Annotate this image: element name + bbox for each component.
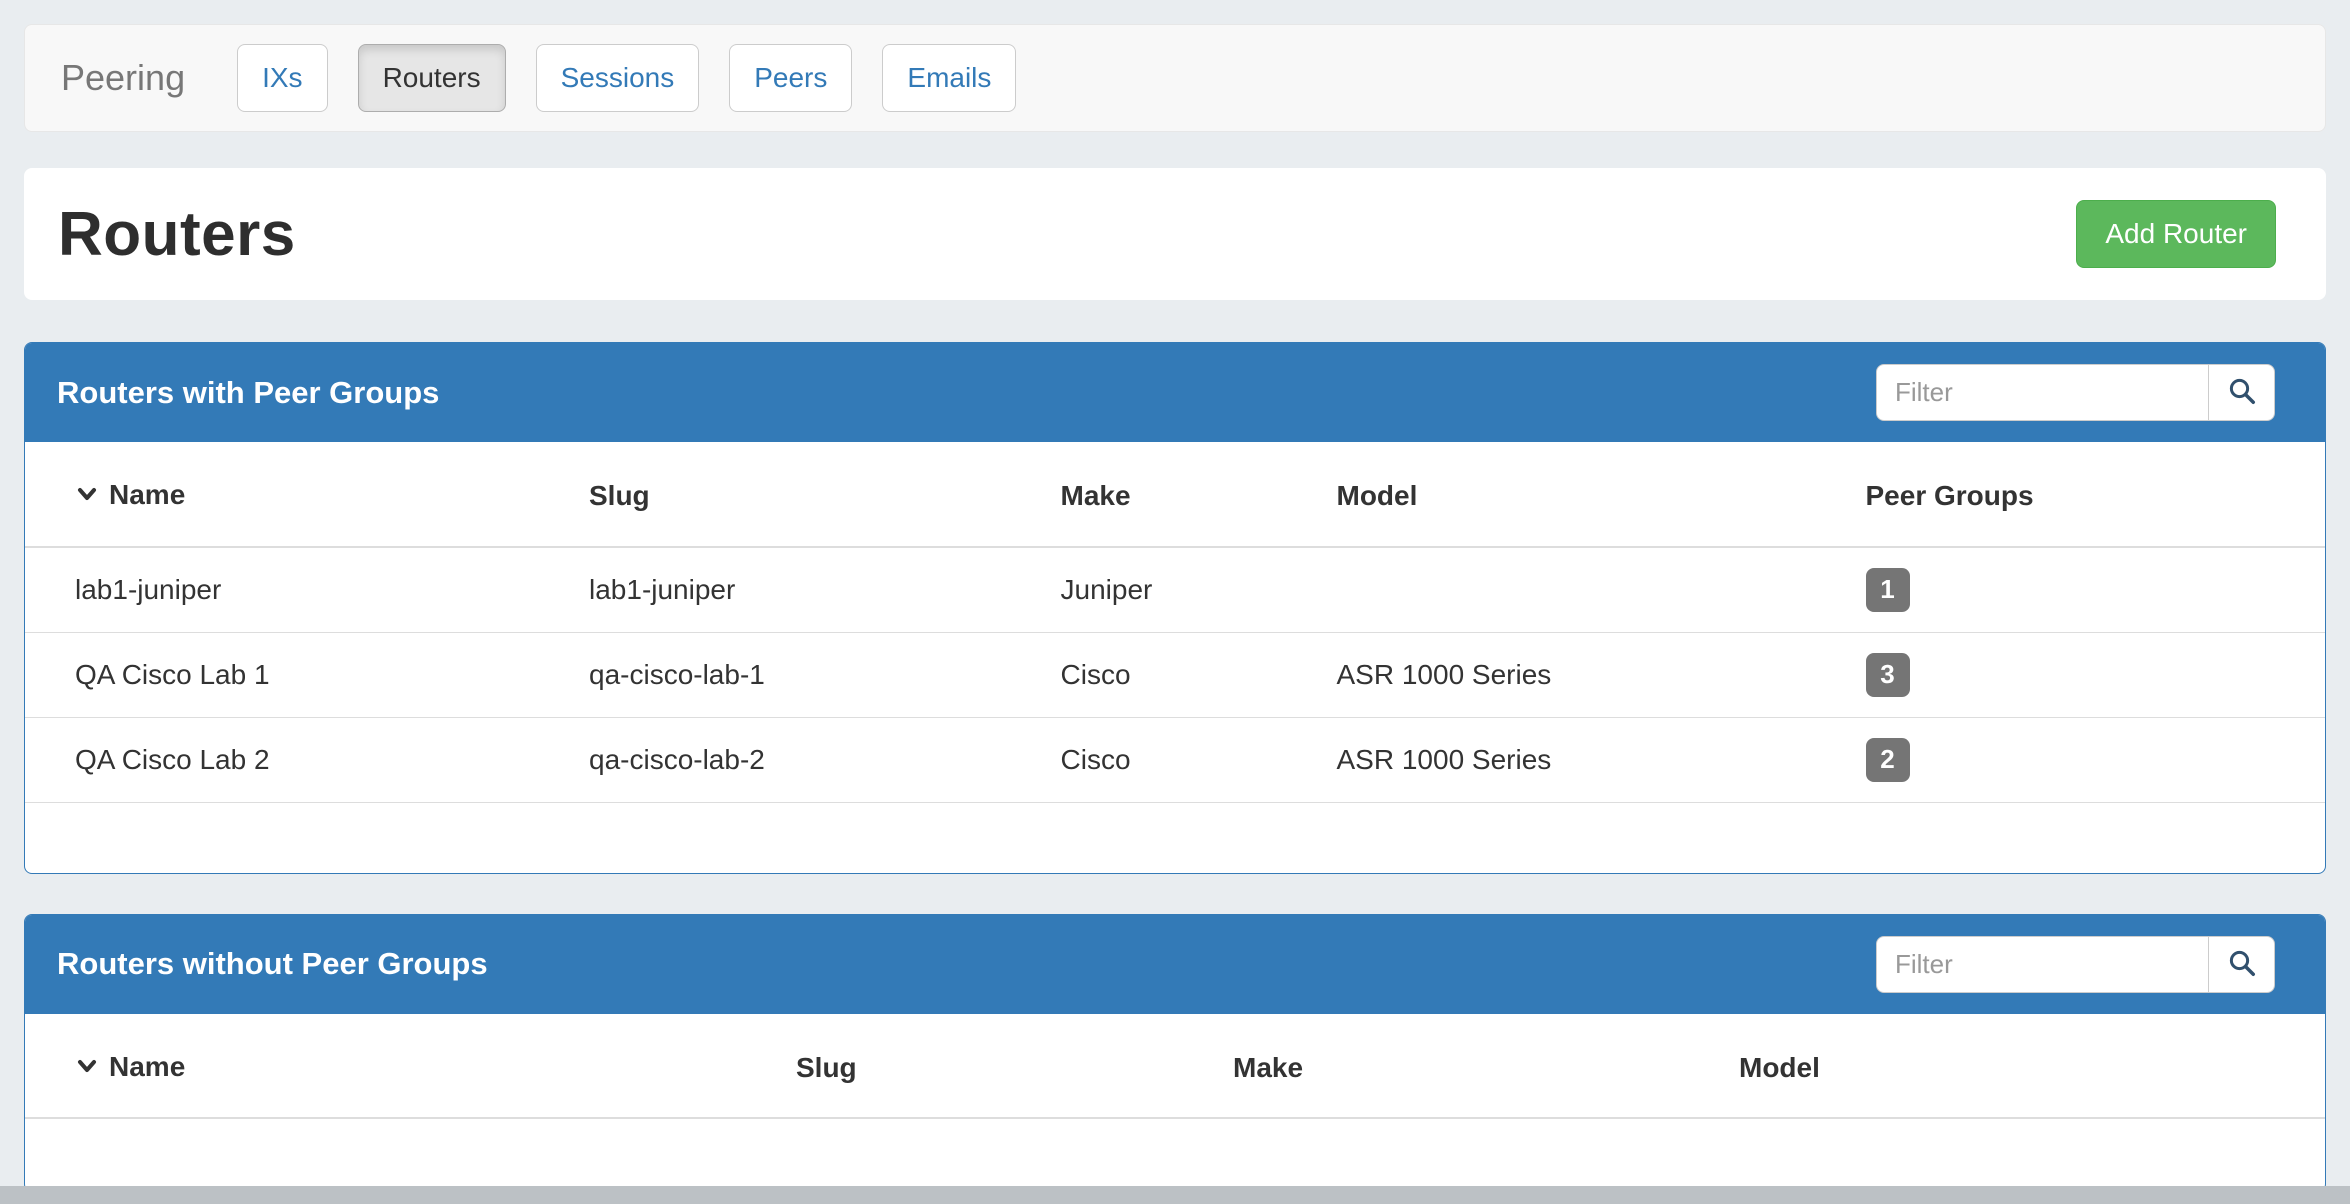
cell-name: QA Cisco Lab 1: [25, 632, 577, 717]
cell-peer-groups: 3: [1854, 632, 2326, 717]
column-label: Slug: [589, 480, 650, 511]
nav-buttons: IXs Routers Sessions Peers Emails: [237, 44, 1016, 112]
panel-heading: Routers with Peer Groups: [25, 343, 2325, 442]
peer-groups-badge: 2: [1866, 738, 1910, 782]
cell-name: QA Cisco Lab 2: [25, 717, 577, 802]
column-header-model[interactable]: Model: [1325, 442, 1854, 547]
column-label: Peer Groups: [1866, 480, 2034, 511]
page-bottom-edge: [0, 1186, 2350, 1204]
column-header-make[interactable]: Make: [1049, 442, 1325, 547]
column-label: Model: [1739, 1052, 1820, 1083]
column-label: Make: [1061, 480, 1131, 511]
panel-title: Routers without Peer Groups: [57, 946, 488, 982]
brand-link[interactable]: Peering: [61, 57, 185, 99]
nav-button-routers[interactable]: Routers: [358, 44, 506, 112]
cell-model: [1325, 547, 1854, 633]
filter-input[interactable]: [1876, 936, 2209, 993]
page-header: Routers Add Router: [24, 168, 2326, 300]
column-header-model[interactable]: Model: [1727, 1014, 2325, 1119]
table-wrapper: Name Slug Make Model: [25, 1014, 2325, 1192]
cell-model: ASR 1000 Series: [1325, 632, 1854, 717]
column-header-slug[interactable]: Slug: [784, 1014, 1221, 1119]
top-navbar: Peering IXs Routers Sessions Peers Email…: [24, 24, 2326, 132]
column-label: Model: [1337, 480, 1418, 511]
cell-make: Cisco: [1049, 632, 1325, 717]
cell-peer-groups: 1: [1854, 547, 2326, 633]
table-wrapper: Name Slug Make Model Peer Groups lab1-ju…: [25, 442, 2325, 873]
column-header-name[interactable]: Name: [25, 1014, 784, 1119]
cell-name: lab1-juniper: [25, 547, 577, 633]
column-header-make[interactable]: Make: [1221, 1014, 1727, 1119]
column-label: Slug: [796, 1052, 857, 1083]
search-icon: [2227, 376, 2257, 409]
peer-groups-badge: 3: [1866, 653, 1910, 697]
nav-button-sessions[interactable]: Sessions: [536, 44, 700, 112]
table-row: QA Cisco Lab 2 qa-cisco-lab-2 Cisco ASR …: [25, 717, 2325, 802]
cell-slug: qa-cisco-lab-1: [577, 632, 1049, 717]
page-container: Peering IXs Routers Sessions Peers Email…: [0, 0, 2350, 1192]
search-button[interactable]: [2208, 364, 2275, 421]
add-router-button[interactable]: Add Router: [2076, 200, 2276, 268]
nav-button-peers[interactable]: Peers: [729, 44, 852, 112]
page-title: Routers: [58, 199, 296, 270]
search-button[interactable]: [2208, 936, 2275, 993]
filter-group: [1876, 364, 2275, 421]
column-header-name[interactable]: Name: [25, 442, 577, 547]
column-label: Make: [1233, 1052, 1303, 1083]
filter-input[interactable]: [1876, 364, 2209, 421]
routers-without-peer-groups-table: Name Slug Make Model: [25, 1014, 2325, 1120]
cell-make: Juniper: [1049, 547, 1325, 633]
column-label: Name: [109, 1051, 185, 1082]
panel-heading: Routers without Peer Groups: [25, 915, 2325, 1014]
column-label: Name: [109, 479, 185, 510]
table-header-row: Name Slug Make Model: [25, 1014, 2325, 1119]
table-row: QA Cisco Lab 1 qa-cisco-lab-1 Cisco ASR …: [25, 632, 2325, 717]
column-header-peer-groups[interactable]: Peer Groups: [1854, 442, 2326, 547]
nav-button-ixs[interactable]: IXs: [237, 44, 327, 112]
panel-title: Routers with Peer Groups: [57, 375, 439, 411]
peer-groups-badge: 1: [1866, 568, 1910, 612]
cell-make: Cisco: [1049, 717, 1325, 802]
panel-routers-without-peer-groups: Routers without Peer Groups: [24, 914, 2326, 1193]
cell-slug: qa-cisco-lab-2: [577, 717, 1049, 802]
cell-slug: lab1-juniper: [577, 547, 1049, 633]
filter-group: [1876, 936, 2275, 993]
sort-chevron-down-icon: [75, 480, 99, 514]
panel-routers-with-peer-groups: Routers with Peer Groups: [24, 342, 2326, 874]
table-header-row: Name Slug Make Model Peer Groups: [25, 442, 2325, 547]
table-row: lab1-juniper lab1-juniper Juniper 1: [25, 547, 2325, 633]
search-icon: [2227, 948, 2257, 981]
routers-with-peer-groups-table: Name Slug Make Model Peer Groups lab1-ju…: [25, 442, 2325, 803]
cell-model: ASR 1000 Series: [1325, 717, 1854, 802]
nav-button-emails[interactable]: Emails: [882, 44, 1016, 112]
cell-peer-groups: 2: [1854, 717, 2326, 802]
sort-chevron-down-icon: [75, 1052, 99, 1086]
column-header-slug[interactable]: Slug: [577, 442, 1049, 547]
